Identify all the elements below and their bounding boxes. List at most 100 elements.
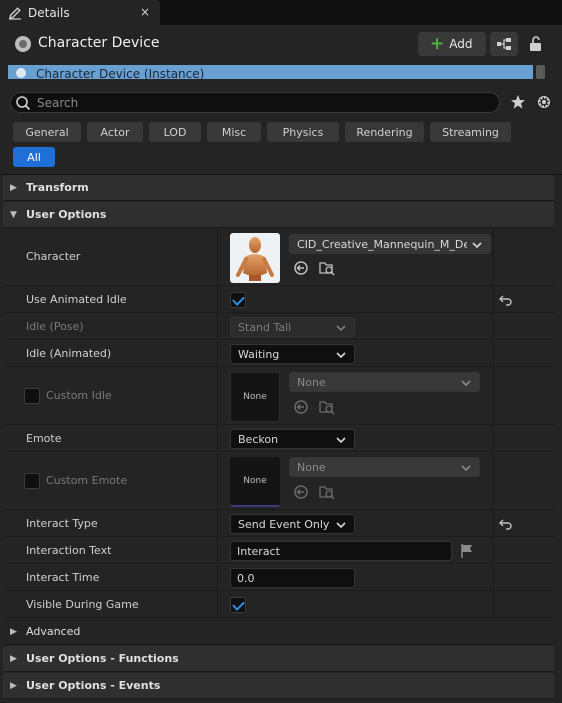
chevron-down-icon: [461, 380, 471, 387]
chevron-down-icon: [472, 242, 482, 249]
property-label: Use Animated Idle: [26, 293, 127, 306]
reset-to-default-icon[interactable]: [499, 293, 513, 307]
filter-physics[interactable]: Physics: [267, 122, 339, 142]
property-row-emote: Emote Beckon: [3, 426, 554, 452]
property-label: Custom Idle: [46, 389, 112, 402]
browse-icon[interactable]: [319, 484, 335, 500]
mannequin-icon: [236, 237, 274, 281]
section-user-options-functions[interactable]: ▶ User Options - Functions: [3, 646, 554, 672]
chevron-down-icon: [336, 325, 346, 332]
section-transform[interactable]: ▶ Transform: [3, 175, 554, 201]
property-row-use-animated-idle: Use Animated Idle: [3, 287, 554, 313]
emote-dropdown[interactable]: Beckon: [230, 429, 355, 449]
browse-icon[interactable]: [319, 399, 335, 415]
property-label: Interaction Text: [26, 544, 112, 557]
section-label: User Options - Functions: [26, 652, 179, 665]
property-label: Idle (Animated): [26, 347, 112, 360]
custom-emote-value: None: [297, 460, 326, 474]
add-label: Add: [449, 37, 473, 51]
section-label: Transform: [26, 181, 89, 194]
search-box[interactable]: [10, 92, 500, 113]
instance-label: Character Device (Instance): [36, 67, 205, 79]
property-row-interact-type: Interact Type Send Event Only: [3, 511, 554, 537]
section-label: Advanced: [26, 625, 81, 638]
property-label: Character: [26, 250, 81, 263]
tab-title: Details: [28, 5, 70, 20]
custom-idle-value: None: [297, 375, 326, 389]
filter-lod[interactable]: LOD: [149, 122, 201, 142]
search-icon: [15, 95, 31, 114]
emote-value: Beckon: [238, 432, 279, 446]
filter-actor[interactable]: Actor: [87, 122, 143, 142]
property-row-interaction-text: Interaction Text Interact: [3, 538, 554, 564]
add-component-button[interactable]: + Add: [418, 32, 486, 56]
browse-icon[interactable]: [319, 260, 335, 276]
custom-idle-asset-dropdown[interactable]: None: [289, 372, 480, 392]
property-label: Interact Type: [26, 517, 98, 530]
gear-icon[interactable]: [536, 94, 552, 113]
use-animated-idle-checkbox[interactable]: [230, 292, 246, 308]
reset-to-default-icon[interactable]: [499, 517, 513, 531]
use-selected-icon[interactable]: [293, 484, 309, 500]
use-selected-icon[interactable]: [293, 399, 309, 415]
chevron-down-icon: [336, 522, 346, 529]
lock-icon[interactable]: [527, 35, 545, 53]
blueprint-button[interactable]: [490, 32, 518, 56]
custom-idle-thumbnail[interactable]: None: [230, 372, 280, 422]
section-label: User Options: [26, 208, 107, 221]
idle-animated-dropdown[interactable]: Waiting: [230, 344, 355, 364]
section-user-options[interactable]: ▼ User Options: [3, 202, 554, 228]
filter-general[interactable]: General: [13, 122, 81, 142]
property-label: Idle (Pose): [26, 320, 84, 333]
blueprint-icon: [497, 38, 511, 50]
expand-arrow-icon: ▶: [10, 653, 17, 664]
property-label: Visible During Game: [26, 598, 139, 611]
close-icon[interactable]: ×: [140, 5, 150, 19]
idle-animated-value: Waiting: [238, 347, 280, 361]
use-selected-icon[interactable]: [293, 260, 309, 276]
expand-arrow-icon: ▶: [10, 680, 17, 691]
interact-type-dropdown[interactable]: Send Event Only: [230, 514, 355, 534]
actor-title: Character Device: [38, 35, 160, 51]
custom-idle-checkbox[interactable]: [24, 388, 40, 404]
filter-all[interactable]: All: [13, 147, 55, 167]
pencil-icon: [8, 6, 22, 20]
search-input[interactable]: [37, 93, 487, 112]
idle-pose-value: Stand Tall: [238, 320, 292, 334]
star-icon[interactable]: [510, 94, 526, 113]
custom-emote-thumbnail[interactable]: None: [230, 457, 280, 507]
property-label: Emote: [26, 432, 62, 445]
localization-flag-icon[interactable]: [459, 543, 475, 559]
section-label: User Options - Events: [26, 679, 161, 692]
tab-details[interactable]: Details ×: [0, 0, 160, 25]
chevron-down-icon: [461, 465, 471, 472]
expand-arrow-icon: ▶: [10, 626, 17, 637]
filter-rendering[interactable]: Rendering: [345, 122, 424, 142]
property-row-idle-animated: Idle (Animated) Waiting: [3, 341, 554, 367]
instance-icon: [16, 68, 26, 78]
interact-time-field[interactable]: 0.0: [230, 568, 355, 588]
custom-emote-checkbox[interactable]: [24, 473, 40, 489]
character-asset-value: CID_Creative_Mannequin_M_Default: [297, 237, 467, 251]
visible-during-game-checkbox[interactable]: [230, 597, 246, 613]
section-advanced[interactable]: ▶ Advanced: [3, 619, 554, 645]
property-row-idle-pose: Idle (Pose) Stand Tall: [3, 314, 554, 340]
filter-streaming[interactable]: Streaming: [430, 122, 511, 142]
section-user-options-events[interactable]: ▶ User Options - Events: [3, 673, 554, 699]
interact-type-value: Send Event Only: [238, 517, 330, 531]
property-row-visible-during-game: Visible During Game: [3, 592, 554, 618]
custom-emote-asset-dropdown[interactable]: None: [289, 457, 480, 477]
chevron-down-icon: [336, 352, 346, 359]
chevron-down-icon: [336, 437, 346, 444]
interaction-text-field[interactable]: Interact: [230, 541, 452, 561]
idle-pose-dropdown[interactable]: Stand Tall: [230, 317, 355, 337]
plus-icon: +: [430, 33, 445, 54]
character-thumbnail[interactable]: [230, 233, 280, 283]
scrollbar[interactable]: [536, 65, 545, 79]
component-tree-instance[interactable]: Character Device (Instance): [8, 65, 533, 79]
character-asset-dropdown[interactable]: CID_Creative_Mannequin_M_Default: [289, 234, 491, 254]
expand-arrow-icon: ▶: [10, 182, 17, 193]
property-label: Custom Emote: [46, 474, 128, 487]
property-row-custom-idle: Custom Idle None None: [3, 368, 554, 425]
filter-misc[interactable]: Misc: [207, 122, 261, 142]
